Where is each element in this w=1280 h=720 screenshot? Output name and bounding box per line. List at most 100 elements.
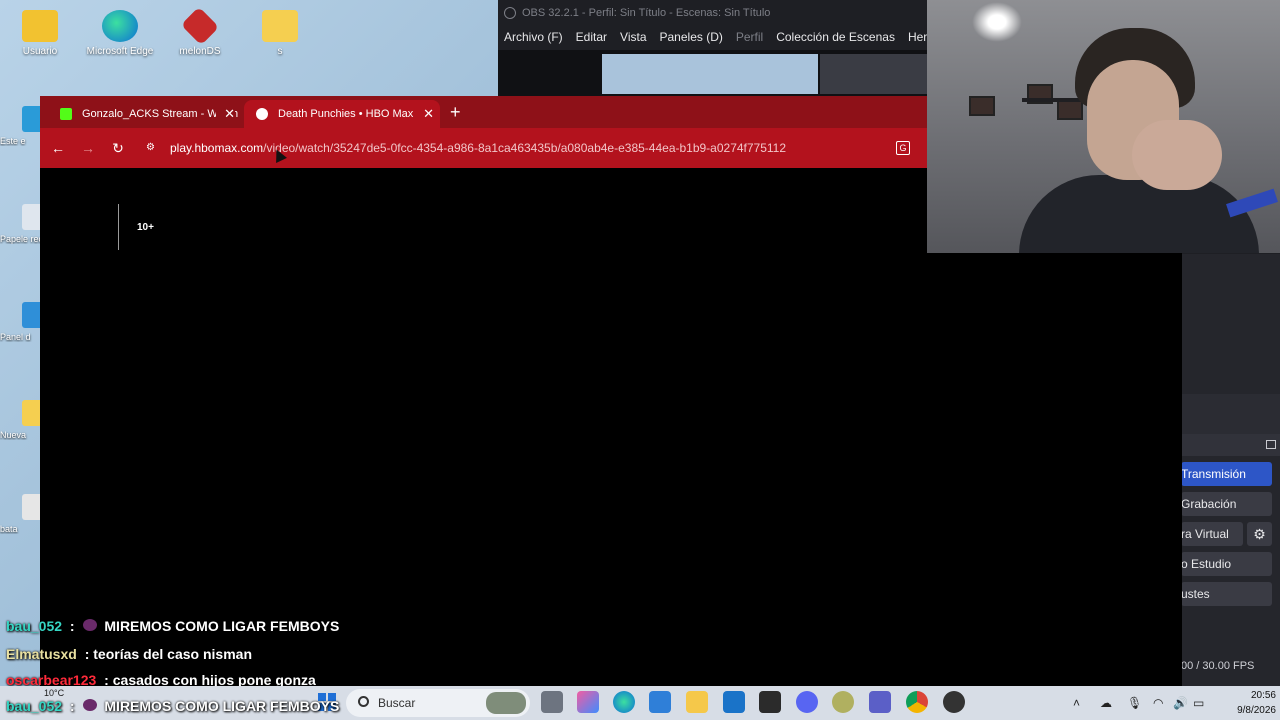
wifi-icon[interactable]: ◠ (1153, 686, 1163, 720)
back-icon[interactable]: ← (48, 138, 68, 158)
desktop-icon-label: Nueva (0, 430, 27, 440)
desktop-icon-batch[interactable]: bata (0, 494, 40, 534)
black-area (927, 253, 1182, 690)
chat-separator: : (66, 618, 75, 634)
browser-toolbar: ← → ↻ ⚙ play.hbomax.com/video/watch/3524… (40, 128, 927, 168)
reload-icon[interactable]: ↻ (108, 138, 128, 158)
address-bar[interactable]: ⚙ play.hbomax.com/video/watch/35247de5-0… (140, 134, 920, 162)
close-icon[interactable]: ✕ (423, 100, 434, 128)
teams-icon[interactable] (869, 691, 891, 713)
dock-band (1181, 394, 1280, 434)
edge-icon (102, 10, 138, 42)
cloud-icon[interactable]: ☁ (1100, 686, 1112, 720)
desktop-icon-label: Usuario (22, 46, 58, 57)
weather-widget[interactable]: 10°C (44, 688, 64, 698)
chat-username: Elmatusxd (6, 646, 77, 662)
dock-header (1181, 434, 1280, 456)
obs-controls-dock: Transmisión Grabación ra Virtual ⚙ o Est… (1181, 254, 1280, 690)
clock-date: 9/8/2026 (1237, 705, 1276, 716)
folder-icon (22, 400, 40, 426)
tab-hbomax[interactable]: Death Punchies • HBO Max ✕ (244, 100, 440, 128)
melonds-icon (180, 6, 220, 46)
settings-button[interactable]: ustes (1181, 582, 1272, 606)
desktop-icon-this-pc[interactable]: Este e (0, 106, 40, 146)
person-body (1019, 175, 1259, 253)
copilot-icon[interactable] (577, 691, 599, 713)
webcam-feed (927, 0, 1280, 253)
chat-emote-icon (82, 699, 97, 711)
desktop-icon-recycle-bin[interactable]: Papele recic (0, 204, 40, 244)
chat-separator: : (66, 698, 75, 714)
system-clock[interactable]: 20:56 9/8/2026 (1218, 688, 1276, 718)
wall-picture (1057, 100, 1083, 120)
battery-icon[interactable]: ▭ (1193, 686, 1204, 720)
desktop-icon-label: Microsoft Edge (86, 46, 154, 57)
menu-scene-collection[interactable]: Colección de Escenas (776, 26, 895, 48)
desktop-icon-label: Este e (0, 136, 26, 146)
search-placeholder: Buscar (378, 696, 416, 710)
search-highlight-image (486, 692, 526, 714)
chrome-icon[interactable] (906, 691, 928, 713)
outlook-icon[interactable] (723, 691, 745, 713)
task-view-icon[interactable] (541, 691, 563, 713)
speaker-icon[interactable]: 🔊 (1173, 686, 1188, 720)
obs-icon[interactable] (943, 691, 965, 713)
ceiling-light (972, 2, 1022, 42)
file-explorer-icon[interactable] (686, 691, 708, 713)
rating-divider (118, 204, 119, 250)
clock-time: 20:56 (1250, 690, 1276, 701)
computer-icon (22, 106, 40, 132)
microphone-icon[interactable]: 🎙 (1127, 686, 1142, 720)
menu-profile[interactable]: Perfil (736, 26, 763, 48)
store-icon[interactable] (649, 691, 671, 713)
chat-message: Elmatusxd : teorías del caso nisman (6, 646, 252, 662)
kick-icon (60, 108, 72, 120)
start-streaming-button[interactable]: Transmisión (1181, 462, 1272, 486)
person-hand (1132, 120, 1222, 190)
forward-icon[interactable]: → (78, 138, 98, 158)
desktop-icon-label: melonDS (179, 46, 221, 57)
edge-icon[interactable] (613, 691, 635, 713)
video-player[interactable]: 10+ (40, 168, 927, 690)
chat-text: MIREMOS COMO LIGAR FEMBOYS (104, 618, 340, 634)
new-tab-icon[interactable]: + (450, 100, 461, 124)
url-path: /video/watch/35247de5-0fcc-4354-a986-8a1… (263, 141, 787, 155)
chat-message: bau_052 : MIREMOS COMO LIGAR FEMBOYS (6, 698, 339, 714)
menu-view[interactable]: Vista (620, 26, 646, 48)
virtual-camera-button[interactable]: ra Virtual (1181, 522, 1243, 546)
translate-icon[interactable]: G (896, 141, 910, 155)
folder-icon (262, 10, 298, 42)
desktop-icon-melonds[interactable]: melonDS (164, 4, 236, 57)
taskbar-search[interactable]: Buscar (346, 689, 530, 717)
age-rating: 10+ (137, 222, 154, 233)
desktop-icon-control-panel[interactable]: Panel d (0, 302, 40, 342)
control-panel-icon (22, 302, 40, 328)
chat-separator: : (80, 646, 90, 662)
desktop-icon-label: s (277, 46, 283, 57)
desktop-icon-edge[interactable]: Microsoft Edge (84, 4, 156, 57)
close-icon[interactable]: ✕ (216, 100, 235, 128)
tab-kick[interactable]: Gonzalo_ACKS Stream - Watch Live on Kick… (48, 100, 241, 128)
start-recording-button[interactable]: Grabación (1181, 492, 1272, 516)
desktop-icon-label: bata (0, 524, 18, 534)
site-info-icon[interactable]: ⚙ (146, 141, 160, 155)
menu-file[interactable]: Archivo (F) (504, 26, 563, 48)
live-icon[interactable] (759, 691, 781, 713)
discord-icon[interactable] (796, 691, 818, 713)
url-host: play.hbomax.com (170, 141, 264, 155)
tab-title: Death Punchies • HBO Max (278, 108, 414, 120)
game-icon[interactable] (832, 691, 854, 713)
obs-fps-status: 00 / 30.00 FPS (1181, 660, 1255, 672)
studio-mode-button[interactable]: o Estudio (1181, 552, 1272, 576)
weather-temp: 10°C (44, 688, 65, 698)
desktop-icon-user[interactable]: Usuario (4, 4, 76, 57)
menu-docks[interactable]: Paneles (D) (660, 26, 723, 48)
desktop-icon-new-folder[interactable]: Nueva (0, 400, 40, 440)
desktop-icon-folder[interactable]: s (244, 4, 316, 57)
undock-icon[interactable] (1266, 440, 1276, 449)
chevron-up-icon[interactable]: ˄ (1073, 686, 1080, 720)
menu-edit[interactable]: Editar (576, 26, 607, 48)
gear-icon[interactable]: ⚙ (1247, 522, 1272, 546)
wall-picture (969, 96, 995, 116)
chat-username: bau_052 (6, 618, 63, 634)
